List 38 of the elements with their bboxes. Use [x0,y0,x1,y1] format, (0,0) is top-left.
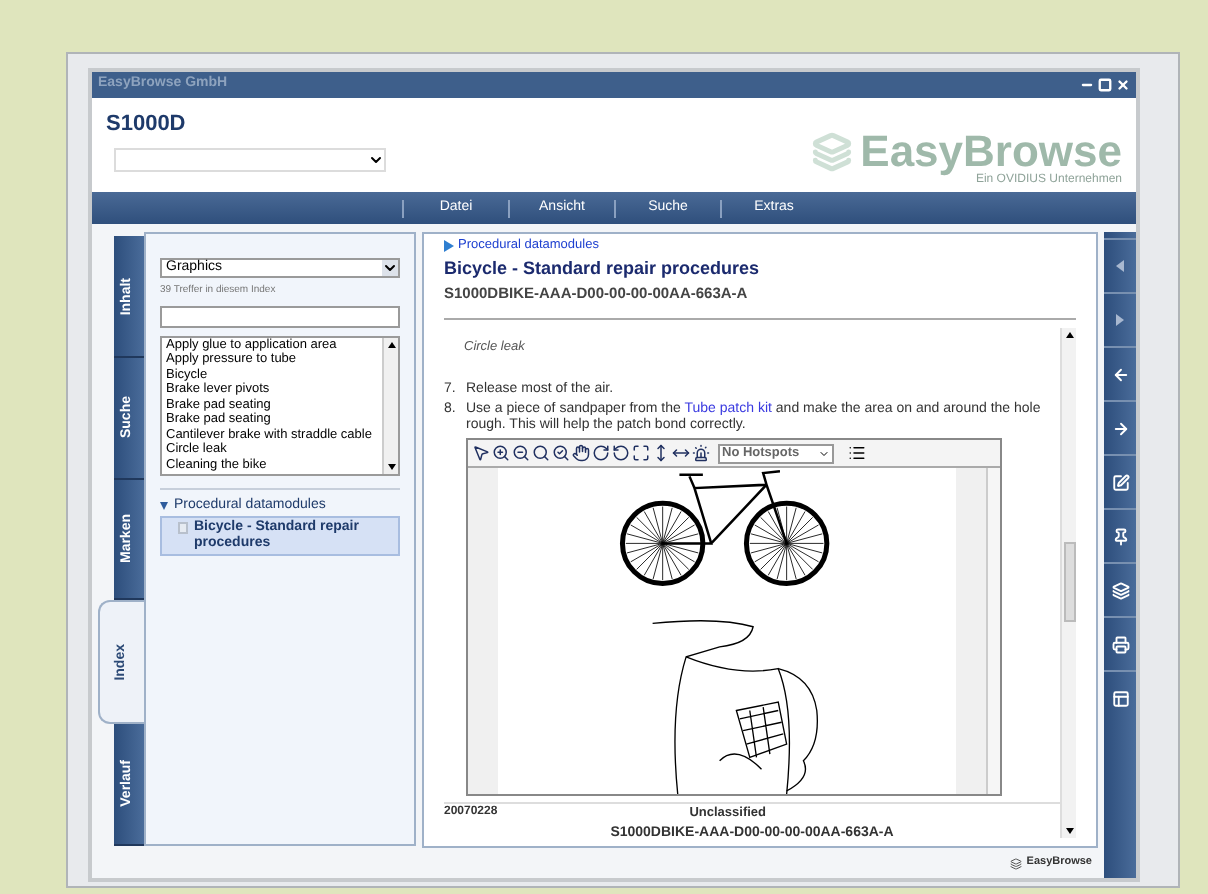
document-title: Bicycle - Standard repair procedures [444,255,762,282]
dropdown-caret-icon [818,447,830,460]
maximize-icon[interactable] [1098,78,1112,92]
close-icon[interactable] [1116,78,1130,92]
logo-icon [812,132,853,172]
zoom-out-icon[interactable] [512,444,530,463]
list-scrollbar[interactable] [382,337,398,473]
dropdown-caret-icon [382,260,398,276]
minimize-icon[interactable] [1080,78,1094,92]
index-search-field[interactable] [160,305,400,327]
document-icon [178,522,188,534]
hand-icon[interactable] [572,444,590,463]
fit-height-icon[interactable] [652,444,670,463]
pointer-icon[interactable] [472,444,490,463]
zoom-in-icon[interactable] [492,444,510,463]
triangle-right-icon[interactable] [1116,314,1124,326]
logo-text: EasyBrowse [860,132,1122,172]
search-icon[interactable] [532,444,550,463]
printer-icon[interactable] [1111,635,1129,653]
fit-page-icon[interactable] [632,444,650,463]
triangle-left-icon[interactable] [1116,260,1124,272]
viewer-scrollbar[interactable] [986,468,1000,794]
zoom-check-icon[interactable] [552,444,570,463]
edit-icon[interactable] [1111,473,1129,491]
arrow-left-icon[interactable] [1111,365,1129,383]
breadcrumb-triangle-icon [444,239,454,252]
list-icon[interactable] [848,444,866,463]
brand-icon [1010,857,1023,869]
document-scrollbar[interactable] [1060,327,1076,838]
dropdown-caret-icon [368,151,384,167]
arrow-right-icon[interactable] [1111,419,1129,437]
fit-width-icon[interactable] [672,444,690,463]
app-title: S1000D [106,110,188,140]
pin-icon[interactable] [1111,527,1129,545]
rotate-left-icon[interactable] [612,444,630,463]
window-icon[interactable] [1111,689,1129,707]
siren-icon[interactable] [692,444,710,463]
rotate-right-icon[interactable] [592,444,610,463]
